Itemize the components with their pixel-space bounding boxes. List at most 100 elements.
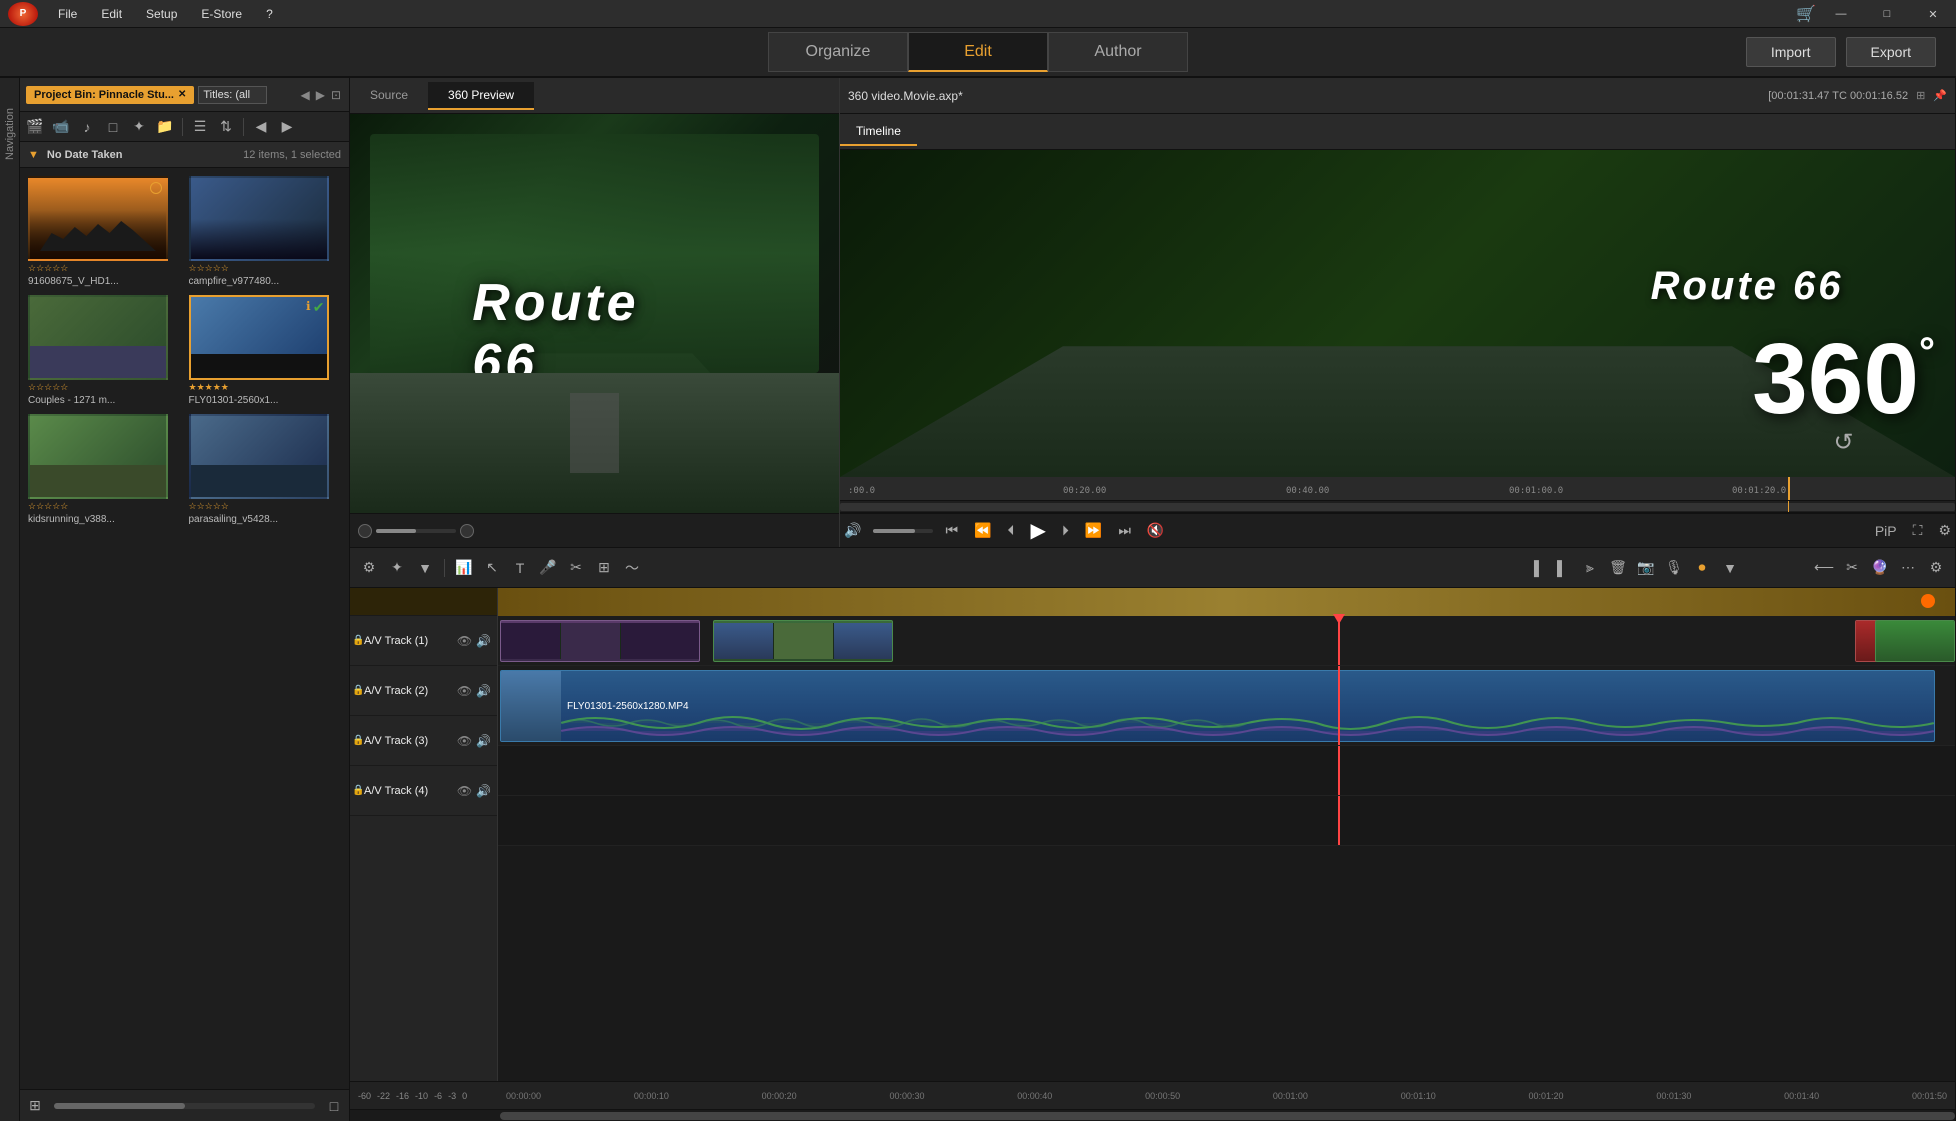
settings-btn[interactable]: ⚙ <box>1934 520 1955 541</box>
tl-title-btn[interactable]: T <box>509 557 531 579</box>
source-zoom-out[interactable] <box>358 524 372 538</box>
track-lane-4[interactable] <box>498 796 1955 846</box>
eye-icon-4[interactable]: 👁 <box>457 784 472 798</box>
list-item[interactable]: ☆☆☆☆☆ kidsrunning_v388... <box>28 414 181 525</box>
project-bin-close[interactable]: ✕ <box>178 89 186 100</box>
pip-btn[interactable]: PiP <box>1871 521 1901 541</box>
toolbar-sort-btn[interactable]: ⇅ <box>215 116 237 138</box>
panel-grid-view[interactable]: ⊞ <box>24 1095 46 1117</box>
toolbar-next-btn[interactable]: ▶ <box>276 116 298 138</box>
tl-wave-btn[interactable]: 〜 <box>621 557 643 579</box>
lock-icon-4[interactable]: 🔒 <box>352 785 364 796</box>
list-item[interactable]: ✔ ℹ ★★★★★ FLY01301-2560x1... <box>189 295 342 406</box>
fullscreen-btn[interactable]: ⛶ <box>1909 520 1927 541</box>
rewind-btn[interactable]: ⏪ <box>970 520 995 541</box>
track-lane-3[interactable] <box>498 746 1955 796</box>
export-button[interactable]: Export <box>1846 37 1936 67</box>
toolbar-list-btn[interactable]: ☰ <box>189 116 211 138</box>
menu-help[interactable]: ? <box>262 5 277 23</box>
mute-btn[interactable]: 🔇 <box>1143 520 1168 541</box>
tl-back-btn[interactable]: ⟵ <box>1813 557 1835 579</box>
toolbar-fx-btn[interactable]: ✦ <box>128 116 150 138</box>
tl-delete-btn[interactable]: 🗑 <box>1607 557 1629 579</box>
track-clip-green-1[interactable] <box>713 620 893 662</box>
maximize-button[interactable]: □ <box>1864 0 1910 28</box>
titles-selector[interactable]: Titles: (all <box>198 86 267 104</box>
track-clip-purple-1[interactable] <box>500 620 700 662</box>
tl-grid-btn[interactable]: ⊞ <box>593 557 615 579</box>
tl-out-marker[interactable]: ▌ <box>1551 557 1573 579</box>
tl-voice2-btn[interactable]: 🎙 <box>1663 557 1685 579</box>
eye-icon-2[interactable]: 👁 <box>457 684 472 698</box>
cart-icon[interactable]: 🛒 <box>1796 4 1816 24</box>
play-btn[interactable]: ▶ <box>1026 516 1049 545</box>
tab-author[interactable]: Author <box>1048 32 1188 72</box>
tl-in-marker[interactable]: ▐ <box>1523 557 1545 579</box>
list-item[interactable]: ☆☆☆☆☆ 91608675_V_HD1... <box>28 176 181 287</box>
tl-snapshot-btn[interactable]: 📷 <box>1635 557 1657 579</box>
toolbar-video-btn[interactable]: 📹 <box>50 116 72 138</box>
tl-cursor-btn[interactable]: ↖ <box>481 557 503 579</box>
panel-nav-right[interactable]: ▶ <box>314 86 327 104</box>
panel-nav-expand[interactable]: ⊡ <box>329 86 343 104</box>
eye-icon-1[interactable]: 👁 <box>457 634 472 648</box>
tab-source[interactable]: Source <box>350 82 428 110</box>
tl-cut-btn[interactable]: ✂ <box>1841 557 1863 579</box>
timeline-pin-icon[interactable]: 📌 <box>1933 89 1947 102</box>
timeline-scrollbar[interactable] <box>350 1109 1955 1121</box>
menu-setup[interactable]: Setup <box>142 5 181 23</box>
tl-fx-btn[interactable]: ✦ <box>386 557 408 579</box>
menu-edit[interactable]: Edit <box>97 5 126 23</box>
toolbar-folder-btn[interactable]: 📁 <box>154 116 176 138</box>
eye-icon-3[interactable]: 👁 <box>457 734 472 748</box>
fast-fwd-btn[interactable]: ⏩ <box>1081 520 1106 541</box>
audio-icon-2[interactable]: 🔊 <box>476 684 491 698</box>
tab-organize[interactable]: Organize <box>768 32 908 72</box>
volume-slider[interactable] <box>873 529 933 533</box>
tab-edit[interactable]: Edit <box>908 32 1048 72</box>
source-zoom-in[interactable] <box>460 524 474 538</box>
lock-icon-2[interactable]: 🔒 <box>352 685 364 696</box>
tl-split-btn[interactable]: ⫸ <box>1579 557 1601 579</box>
audio-icon-1[interactable]: 🔊 <box>476 634 491 648</box>
track-clip-blue-main[interactable]: FLY01301-2560x1280.MP4 <box>500 670 1935 742</box>
tab-timeline[interactable]: Timeline <box>840 118 917 146</box>
list-item[interactable]: ☆☆☆☆☆ parasailing_v5428... <box>189 414 342 525</box>
project-bin-tab[interactable]: Project Bin: Pinnacle Stu... ✕ <box>26 86 194 104</box>
import-button[interactable]: Import <box>1746 37 1836 67</box>
minimize-button[interactable]: — <box>1818 0 1864 28</box>
list-item[interactable]: ☆☆☆☆☆ campfire_v977480... <box>189 176 342 287</box>
tl-magnet-btn[interactable]: 🔮 <box>1869 557 1891 579</box>
timeline-scroll-thumb[interactable] <box>500 1112 1955 1120</box>
tl-extra-btn[interactable]: ⚙ <box>1925 557 1947 579</box>
tl-minimap[interactable] <box>840 501 1955 513</box>
list-item[interactable]: ☆☆☆☆☆ Couples - 1271 m... <box>28 295 181 406</box>
menu-file[interactable]: File <box>54 5 81 23</box>
prev-frame-btn[interactable]: ⏮ <box>941 520 962 541</box>
lock-icon-1[interactable]: 🔒 <box>352 635 364 646</box>
toolbar-prev-btn[interactable]: ◀ <box>250 116 272 138</box>
tl-record-btn[interactable]: ⏺ <box>1691 557 1713 579</box>
tl-more-btn[interactable]: ⋯ <box>1897 557 1919 579</box>
toolbar-film-btn[interactable]: 🎬 <box>24 116 46 138</box>
audio-icon-3[interactable]: 🔊 <box>476 734 491 748</box>
volume-icon[interactable]: 🔊 <box>840 520 865 541</box>
fwd-btn[interactable]: ⏵ <box>1058 520 1073 541</box>
toolbar-music-btn[interactable]: ♪ <box>76 116 98 138</box>
tl-settings-btn[interactable]: ⚙ <box>358 557 380 579</box>
group-toggle[interactable]: ▼ <box>28 149 39 161</box>
source-zoom-slider[interactable] <box>376 529 456 533</box>
tl-chart-btn[interactable]: 📊 <box>453 557 475 579</box>
panel-nav-left[interactable]: ◀ <box>298 86 311 104</box>
tl-voice-btn[interactable]: 🎤 <box>537 557 559 579</box>
track-lane-2[interactable]: FLY01301-2560x1280.MP4 <box>498 666 1955 746</box>
timeline-expand-icon[interactable]: ⊞ <box>1916 89 1925 102</box>
track-lane-1[interactable] <box>498 616 1955 666</box>
tl-trim-btn[interactable]: ✂ <box>565 557 587 579</box>
toolbar-photo-btn[interactable]: □ <box>102 116 124 138</box>
tl-mode-btn[interactable]: ▼ <box>414 557 436 579</box>
tab-360-preview[interactable]: 360 Preview <box>428 82 534 110</box>
close-button[interactable]: ✕ <box>1910 0 1956 28</box>
back-btn[interactable]: ⏴ <box>1003 520 1018 541</box>
panel-list-view[interactable]: □ <box>323 1095 345 1117</box>
